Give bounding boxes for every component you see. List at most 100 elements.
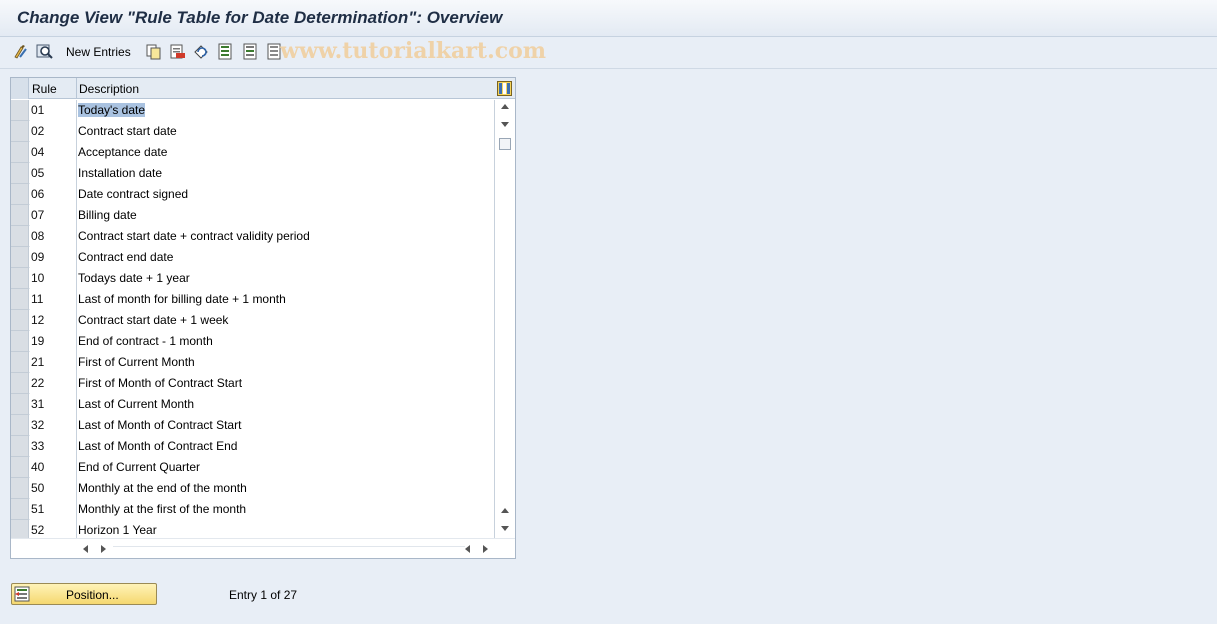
table-row[interactable]: 50 Monthly at the end of the month: [11, 478, 495, 499]
row-selector[interactable]: [11, 310, 29, 331]
rule-cell[interactable]: 09: [30, 247, 77, 268]
table-row[interactable]: 09 Contract end date: [11, 247, 495, 268]
horizontal-scroll-track[interactable]: [113, 546, 465, 552]
row-selector[interactable]: [11, 331, 29, 352]
column-header-description[interactable]: Description: [77, 82, 139, 96]
description-cell[interactable]: End of contract - 1 month: [77, 331, 495, 352]
description-cell[interactable]: Acceptance date: [77, 142, 495, 163]
description-cell[interactable]: Monthly at the end of the month: [77, 478, 495, 499]
select-all-icon[interactable]: [217, 43, 234, 60]
rule-cell[interactable]: 51: [30, 499, 77, 520]
table-row[interactable]: 04 Acceptance date: [11, 142, 495, 163]
description-cell[interactable]: Contract start date + contract validity …: [77, 226, 495, 247]
table-row[interactable]: 51 Monthly at the first of the month: [11, 499, 495, 520]
row-selector[interactable]: [11, 289, 29, 310]
description-cell[interactable]: Billing date: [77, 205, 495, 226]
rule-cell[interactable]: 07: [30, 205, 77, 226]
table-row[interactable]: 33 Last of Month of Contract End: [11, 436, 495, 457]
rule-cell[interactable]: 31: [30, 394, 77, 415]
description-cell[interactable]: Contract end date: [77, 247, 495, 268]
row-selector[interactable]: [11, 247, 29, 268]
description-cell[interactable]: Date contract signed: [77, 184, 495, 205]
table-settings-icon[interactable]: [497, 81, 512, 96]
scroll-thumb[interactable]: [499, 138, 511, 150]
column-header-rule[interactable]: Rule: [30, 82, 76, 96]
table-row[interactable]: 32 Last of Month of Contract Start: [11, 415, 495, 436]
row-selector[interactable]: [11, 205, 29, 226]
table-row[interactable]: 12 Contract start date + 1 week: [11, 310, 495, 331]
row-selector[interactable]: [11, 457, 29, 478]
row-selector[interactable]: [11, 373, 29, 394]
description-cell[interactable]: Contract start date + 1 week: [77, 310, 495, 331]
row-selector[interactable]: [11, 436, 29, 457]
description-cell[interactable]: Today's date: [77, 100, 495, 121]
table-row[interactable]: 07 Billing date: [11, 205, 495, 226]
table-row[interactable]: 31 Last of Current Month: [11, 394, 495, 415]
rule-cell[interactable]: 33: [30, 436, 77, 457]
table-row[interactable]: 05 Installation date: [11, 163, 495, 184]
description-cell[interactable]: Monthly at the first of the month: [77, 499, 495, 520]
select-all-column-button[interactable]: [11, 78, 29, 99]
table-row[interactable]: 22 First of Month of Contract Start: [11, 373, 495, 394]
row-selector[interactable]: [11, 415, 29, 436]
delete-icon[interactable]: [169, 43, 186, 60]
scroll-up-icon[interactable]: [501, 104, 509, 109]
description-cell[interactable]: Last of Month of Contract Start: [77, 415, 495, 436]
rule-cell[interactable]: 02: [30, 121, 77, 142]
row-selector[interactable]: [11, 394, 29, 415]
rule-cell[interactable]: 11: [30, 289, 77, 310]
row-selector[interactable]: [11, 142, 29, 163]
rule-cell[interactable]: 22: [30, 373, 77, 394]
row-selector[interactable]: [11, 184, 29, 205]
vertical-scrollbar[interactable]: [495, 100, 515, 538]
rule-cell[interactable]: 50: [30, 478, 77, 499]
scroll-page-up-icon[interactable]: [501, 508, 509, 513]
description-cell[interactable]: Contract start date: [77, 121, 495, 142]
row-selector[interactable]: [11, 100, 29, 121]
rule-cell[interactable]: 01: [30, 100, 77, 121]
row-selector[interactable]: [11, 478, 29, 499]
row-selector[interactable]: [11, 121, 29, 142]
undo-icon[interactable]: [192, 43, 209, 60]
rule-cell[interactable]: 10: [30, 268, 77, 289]
description-cell[interactable]: Last of Month of Contract End: [77, 436, 495, 457]
scroll-left-end-icon[interactable]: [465, 545, 470, 553]
scroll-right-icon[interactable]: [101, 545, 106, 553]
row-selector[interactable]: [11, 163, 29, 184]
rule-cell[interactable]: 19: [30, 331, 77, 352]
scroll-page-down-icon[interactable]: [501, 526, 509, 531]
rule-cell[interactable]: 04: [30, 142, 77, 163]
table-row[interactable]: 02 Contract start date: [11, 121, 495, 142]
description-cell[interactable]: First of Current Month: [77, 352, 495, 373]
description-cell[interactable]: End of Current Quarter: [77, 457, 495, 478]
position-button[interactable]: Position...: [11, 583, 157, 605]
row-selector[interactable]: [11, 268, 29, 289]
table-row[interactable]: 21 First of Current Month: [11, 352, 495, 373]
rule-cell[interactable]: 05: [30, 163, 77, 184]
rule-cell[interactable]: 21: [30, 352, 77, 373]
select-block-icon[interactable]: [242, 43, 259, 60]
display-change-icon[interactable]: [12, 43, 29, 60]
find-icon[interactable]: [36, 43, 53, 60]
table-row[interactable]: 19 End of contract - 1 month: [11, 331, 495, 352]
rule-cell[interactable]: 12: [30, 310, 77, 331]
rule-cell[interactable]: 06: [30, 184, 77, 205]
table-row[interactable]: 06 Date contract signed: [11, 184, 495, 205]
copy-as-icon[interactable]: [145, 43, 162, 60]
row-selector[interactable]: [11, 499, 29, 520]
scroll-right-end-icon[interactable]: [483, 545, 488, 553]
description-cell[interactable]: First of Month of Contract Start: [77, 373, 495, 394]
description-cell[interactable]: Installation date: [77, 163, 495, 184]
table-row[interactable]: 11 Last of month for billing date + 1 mon…: [11, 289, 495, 310]
rule-cell[interactable]: 32: [30, 415, 77, 436]
new-entries-button[interactable]: New Entries: [66, 45, 131, 59]
table-row[interactable]: 01 Today's date: [11, 100, 495, 121]
row-selector[interactable]: [11, 352, 29, 373]
rule-cell[interactable]: 08: [30, 226, 77, 247]
scroll-down-icon[interactable]: [501, 122, 509, 127]
description-cell[interactable]: Last of month for billing date + 1 month: [77, 289, 495, 310]
horizontal-scrollbar[interactable]: [11, 538, 515, 558]
table-row[interactable]: 08 Contract start date + contract validit…: [11, 226, 495, 247]
row-selector[interactable]: [11, 226, 29, 247]
description-cell[interactable]: Last of Current Month: [77, 394, 495, 415]
